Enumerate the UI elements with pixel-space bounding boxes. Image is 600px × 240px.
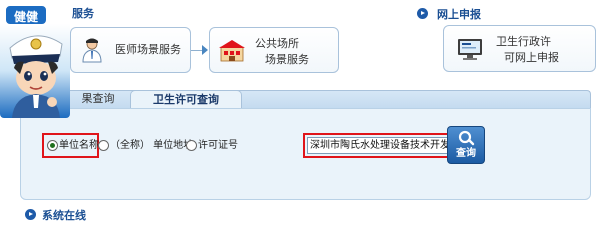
online-section-title: 网上申报 (437, 8, 481, 21)
police-mascot-icon (9, 35, 63, 118)
mascot-avatar: 健健 (0, 0, 70, 118)
radio-license-number[interactable] (186, 140, 197, 151)
unit-name-input[interactable]: 深圳市陶氏水处理设备技术开发 (307, 137, 449, 154)
tab-result-query[interactable]: 果查询 (66, 90, 130, 109)
radio-license-number-label: 许可证号 (198, 140, 238, 151)
computer-icon (458, 39, 482, 60)
building-icon (219, 40, 245, 62)
bullet-icon (417, 8, 428, 19)
search-button-label: 查询 (456, 148, 476, 159)
online-card-line2: 可网上申报 (504, 51, 559, 64)
public-venue-label-line1: 公共场所 (255, 37, 299, 50)
public-venue-service-card[interactable]: 公共场所 场景服务 (209, 27, 339, 73)
public-venue-label-line2: 场景服务 (265, 53, 309, 66)
mascot-title: 健健 (4, 4, 48, 26)
radio-unit-name[interactable] (47, 140, 58, 151)
radio-unit-name-label: 单位名称 (59, 140, 99, 151)
search-button[interactable]: 查询 (447, 126, 485, 164)
doctor-service-card[interactable]: 医师场景服务 (70, 27, 191, 73)
bullet-icon (25, 209, 36, 220)
online-declaration-card[interactable]: 卫生行政许 可网上申报 (443, 25, 596, 72)
tab-health-license-query[interactable]: 卫生许可查询 (130, 90, 242, 109)
chevron-right-icon (202, 45, 208, 55)
service-section-title: 服务 (72, 7, 94, 20)
doctor-icon (82, 38, 102, 63)
doctor-service-label: 医师场景服务 (115, 43, 181, 56)
online-card-line1: 卫生行政许 (496, 35, 551, 48)
system-online-title: 系统在线 (42, 209, 86, 222)
radio-unit-address-label: （全称） 单位地址 (110, 140, 194, 151)
radio-unit-address[interactable] (98, 140, 109, 151)
